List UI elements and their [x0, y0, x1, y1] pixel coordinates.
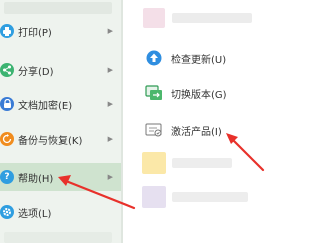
menu-divider	[121, 0, 123, 243]
submenu-item-switch-version[interactable]: 切换版本(G)	[145, 80, 227, 106]
blurred-menu-item	[4, 2, 112, 14]
chevron-right-icon: ▶	[107, 66, 113, 74]
menu-item-options[interactable]: 选项(L)	[0, 198, 121, 226]
submenu-item-activate-product[interactable]: 激活产品(I)	[145, 117, 222, 143]
menu-item-print[interactable]: 打印(P) ▶	[0, 17, 121, 45]
submenu-item-label: 切换版本(G)	[171, 89, 227, 101]
lock-icon	[0, 97, 14, 111]
blurred-submenu-icon	[142, 152, 166, 174]
share-icon	[0, 63, 14, 77]
help-icon: ?	[0, 170, 14, 184]
switch-version-icon	[145, 84, 163, 102]
menu-item-label: 选项(L)	[18, 208, 52, 220]
blurred-submenu-label	[172, 158, 232, 168]
blurred-submenu-icon	[143, 8, 165, 28]
menu-item-document-encrypt[interactable]: 文档加密(E) ▶	[0, 90, 121, 118]
menu-item-share[interactable]: 分享(D) ▶	[0, 56, 121, 84]
backup-icon	[0, 132, 14, 146]
gear-icon	[0, 205, 14, 219]
update-icon	[145, 49, 163, 67]
chevron-right-icon: ▶	[107, 135, 113, 143]
activate-product-icon	[145, 121, 163, 139]
printer-icon	[0, 24, 14, 38]
chevron-right-icon: ▶	[107, 27, 113, 35]
menu-item-label: 分享(D)	[18, 66, 54, 78]
menu-item-label: 文档加密(E)	[18, 100, 73, 112]
submenu-item-label: 检查更新(U)	[171, 54, 227, 66]
menu-item-label: 打印(P)	[18, 27, 52, 39]
blurred-submenu-icon	[142, 186, 166, 208]
blurred-submenu-label	[172, 13, 252, 23]
menu-item-label: 帮助(H)	[18, 173, 54, 185]
menu-item-label: 备份与恢复(K)	[18, 135, 83, 147]
menu-item-backup-restore[interactable]: 备份与恢复(K) ▶	[0, 125, 121, 153]
submenu-item-check-update[interactable]: 检查更新(U)	[145, 45, 226, 71]
submenu-item-label: 激活产品(I)	[171, 126, 222, 138]
blurred-menu-item	[4, 232, 112, 243]
chevron-right-icon: ▶	[107, 100, 113, 108]
blurred-submenu-label	[172, 192, 248, 202]
chevron-right-icon: ▶	[107, 173, 113, 181]
menu-item-help[interactable]: ? 帮助(H) ▶	[0, 163, 121, 191]
